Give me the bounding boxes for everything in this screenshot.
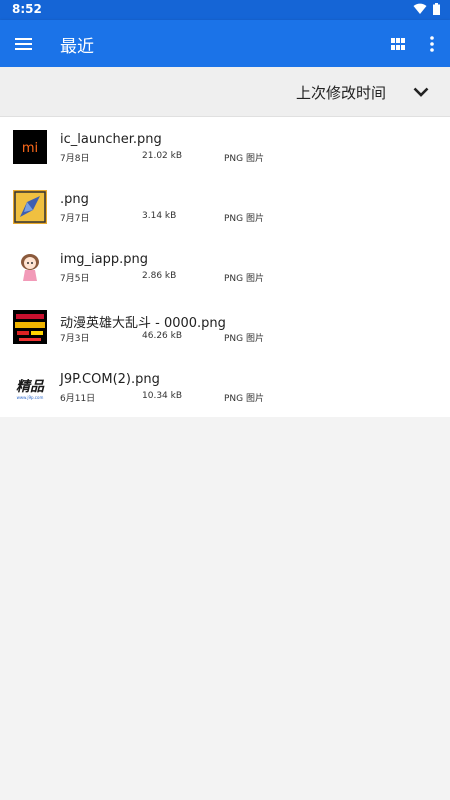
chevron-down-icon[interactable] — [412, 83, 430, 101]
file-size: 10.34 kB — [142, 391, 183, 401]
file-date: 7月8日 — [60, 154, 90, 164]
status-bar: 8:52 — [0, 0, 450, 20]
list-item[interactable]: 精品 www.j9p.com J9P.COM(2).png 6月11日 10.3… — [0, 357, 450, 417]
app-bar: 最近 — [0, 20, 450, 67]
status-time: 8:52 — [12, 2, 42, 16]
game-banner-thumbnail — [13, 310, 47, 344]
page-title: 最近 — [60, 37, 94, 57]
file-date: 7月3日 — [60, 334, 90, 344]
mi-logo-text: mi — [22, 141, 38, 156]
file-name: ic_launcher.png — [60, 132, 162, 147]
menu-icon[interactable] — [14, 34, 34, 54]
mi-launcher-thumbnail: mi — [13, 130, 47, 164]
file-size: 46.26 kB — [142, 331, 183, 341]
file-date: 7月7日 — [60, 214, 90, 224]
file-type: PNG 图片 — [224, 394, 264, 404]
file-size: 21.02 kB — [142, 151, 183, 161]
file-list: mi ic_launcher.png 7月8日 21.02 kB PNG 图片 … — [0, 117, 450, 417]
battery-icon — [433, 3, 440, 15]
more-options-icon[interactable] — [426, 34, 438, 54]
file-type: PNG 图片 — [224, 334, 264, 344]
file-size: 2.86 kB — [142, 271, 177, 281]
jingpin-url-text: www.j9p.com — [17, 395, 44, 400]
file-type: PNG 图片 — [224, 274, 264, 284]
wifi-icon — [413, 3, 427, 14]
file-size: 3.14 kB — [142, 211, 177, 221]
jingpin-logo-text: 精品 — [16, 378, 45, 395]
file-name: .png — [60, 192, 89, 207]
file-type: PNG 图片 — [224, 214, 264, 224]
grid-view-icon[interactable] — [390, 36, 406, 52]
list-item[interactable]: mi ic_launcher.png 7月8日 21.02 kB PNG 图片 — [0, 117, 450, 177]
sort-label: 上次修改时间 — [295, 84, 386, 102]
list-item[interactable]: 动漫英雄大乱斗 - 0000.png 7月3日 46.26 kB PNG 图片 — [0, 297, 450, 357]
file-type: PNG 图片 — [224, 154, 264, 164]
list-item[interactable]: img_iapp.png 7月5日 2.86 kB PNG 图片 — [0, 237, 450, 297]
status-icons — [413, 3, 440, 15]
file-name: img_iapp.png — [60, 252, 148, 267]
anime-girl-thumbnail — [13, 250, 47, 284]
file-name: 动漫英雄大乱斗 - 0000.png — [60, 316, 226, 331]
sort-bar[interactable]: 上次修改时间 — [0, 67, 450, 117]
file-name: J9P.COM(2).png — [60, 372, 160, 387]
image-thumbnail — [13, 190, 47, 224]
file-date: 6月11日 — [60, 394, 96, 404]
file-date: 7月5日 — [60, 274, 90, 284]
jingpin-logo-thumbnail: 精品 www.j9p.com — [13, 370, 47, 404]
list-item[interactable]: .png 7月7日 3.14 kB PNG 图片 — [0, 177, 450, 237]
